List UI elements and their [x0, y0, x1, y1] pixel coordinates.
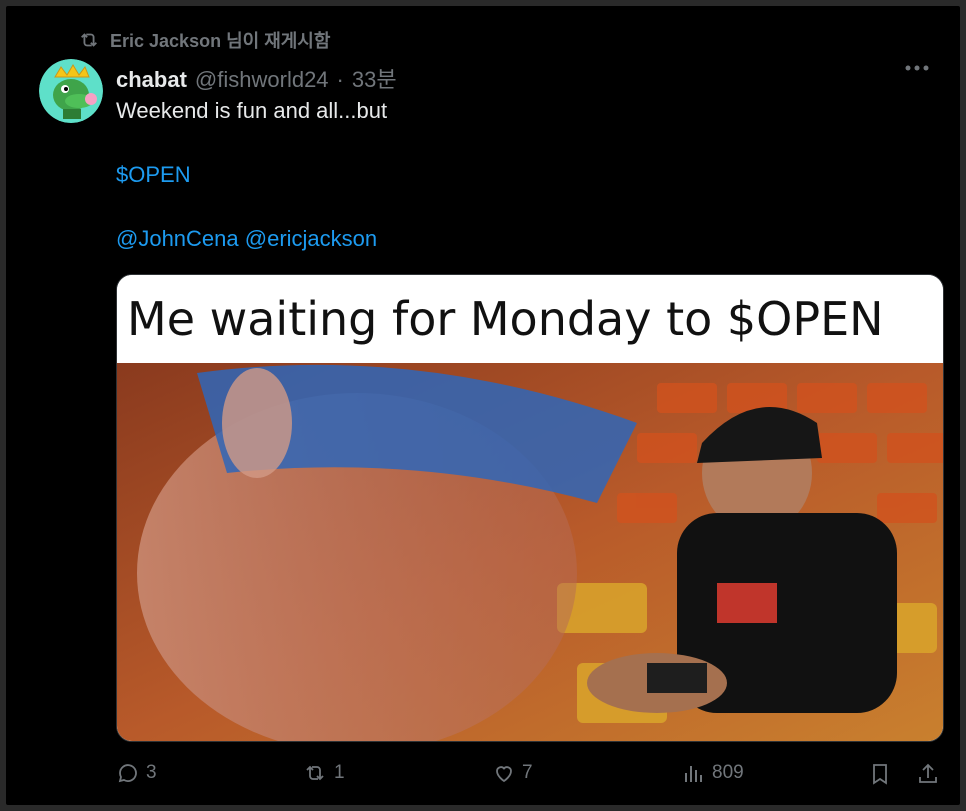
mentions-line: @JohnCena @ericjackson	[116, 226, 377, 252]
meme-photo	[117, 363, 943, 741]
reply-icon	[116, 761, 140, 785]
like-count: 7	[522, 762, 533, 783]
tweet-frame: Eric Jackson 님이 재게시함 chabat @fishworld24…	[6, 6, 960, 805]
post-media[interactable]: Me waiting for Monday to $OPEN	[116, 274, 944, 742]
views-count: 809	[712, 762, 744, 783]
repost-count: 1	[334, 762, 345, 783]
cashtag-link[interactable]: $OPEN	[116, 162, 191, 188]
separator: ·	[336, 67, 344, 92]
share-icon	[916, 761, 940, 787]
action-bar: 3 1 7 809	[116, 761, 942, 797]
like-button[interactable]: 7	[492, 761, 533, 785]
more-icon[interactable]	[904, 64, 930, 72]
post-header: chabat @fishworld24 · 33분	[116, 62, 397, 94]
retweet-indicator[interactable]: Eric Jackson 님이 재게시함	[78, 28, 330, 52]
post-time[interactable]: 33분	[352, 62, 397, 94]
views-button[interactable]: 809	[682, 761, 744, 785]
meme-caption: Me waiting for Monday to $OPEN	[117, 275, 943, 363]
repost-button[interactable]: 1	[302, 761, 345, 785]
views-icon	[682, 761, 706, 785]
retweet-text: Eric Jackson 님이 재게시함	[110, 31, 331, 51]
author-name[interactable]: chabat	[116, 67, 187, 93]
retweet-icon	[78, 29, 100, 51]
heart-icon	[492, 761, 516, 785]
reply-count: 3	[146, 762, 157, 783]
bookmark-button[interactable]	[868, 761, 892, 787]
share-button[interactable]	[916, 761, 940, 787]
mention-ericjackson[interactable]: @ericjackson	[245, 226, 377, 251]
reply-button[interactable]: 3	[116, 761, 157, 785]
avatar[interactable]	[39, 59, 103, 123]
mention-johncena[interactable]: @JohnCena	[116, 226, 239, 251]
author-handle[interactable]: @fishworld24	[195, 67, 329, 93]
repost-icon	[302, 761, 328, 785]
post-text-line: Weekend is fun and all...but	[116, 98, 388, 123]
bookmark-icon	[868, 761, 892, 787]
